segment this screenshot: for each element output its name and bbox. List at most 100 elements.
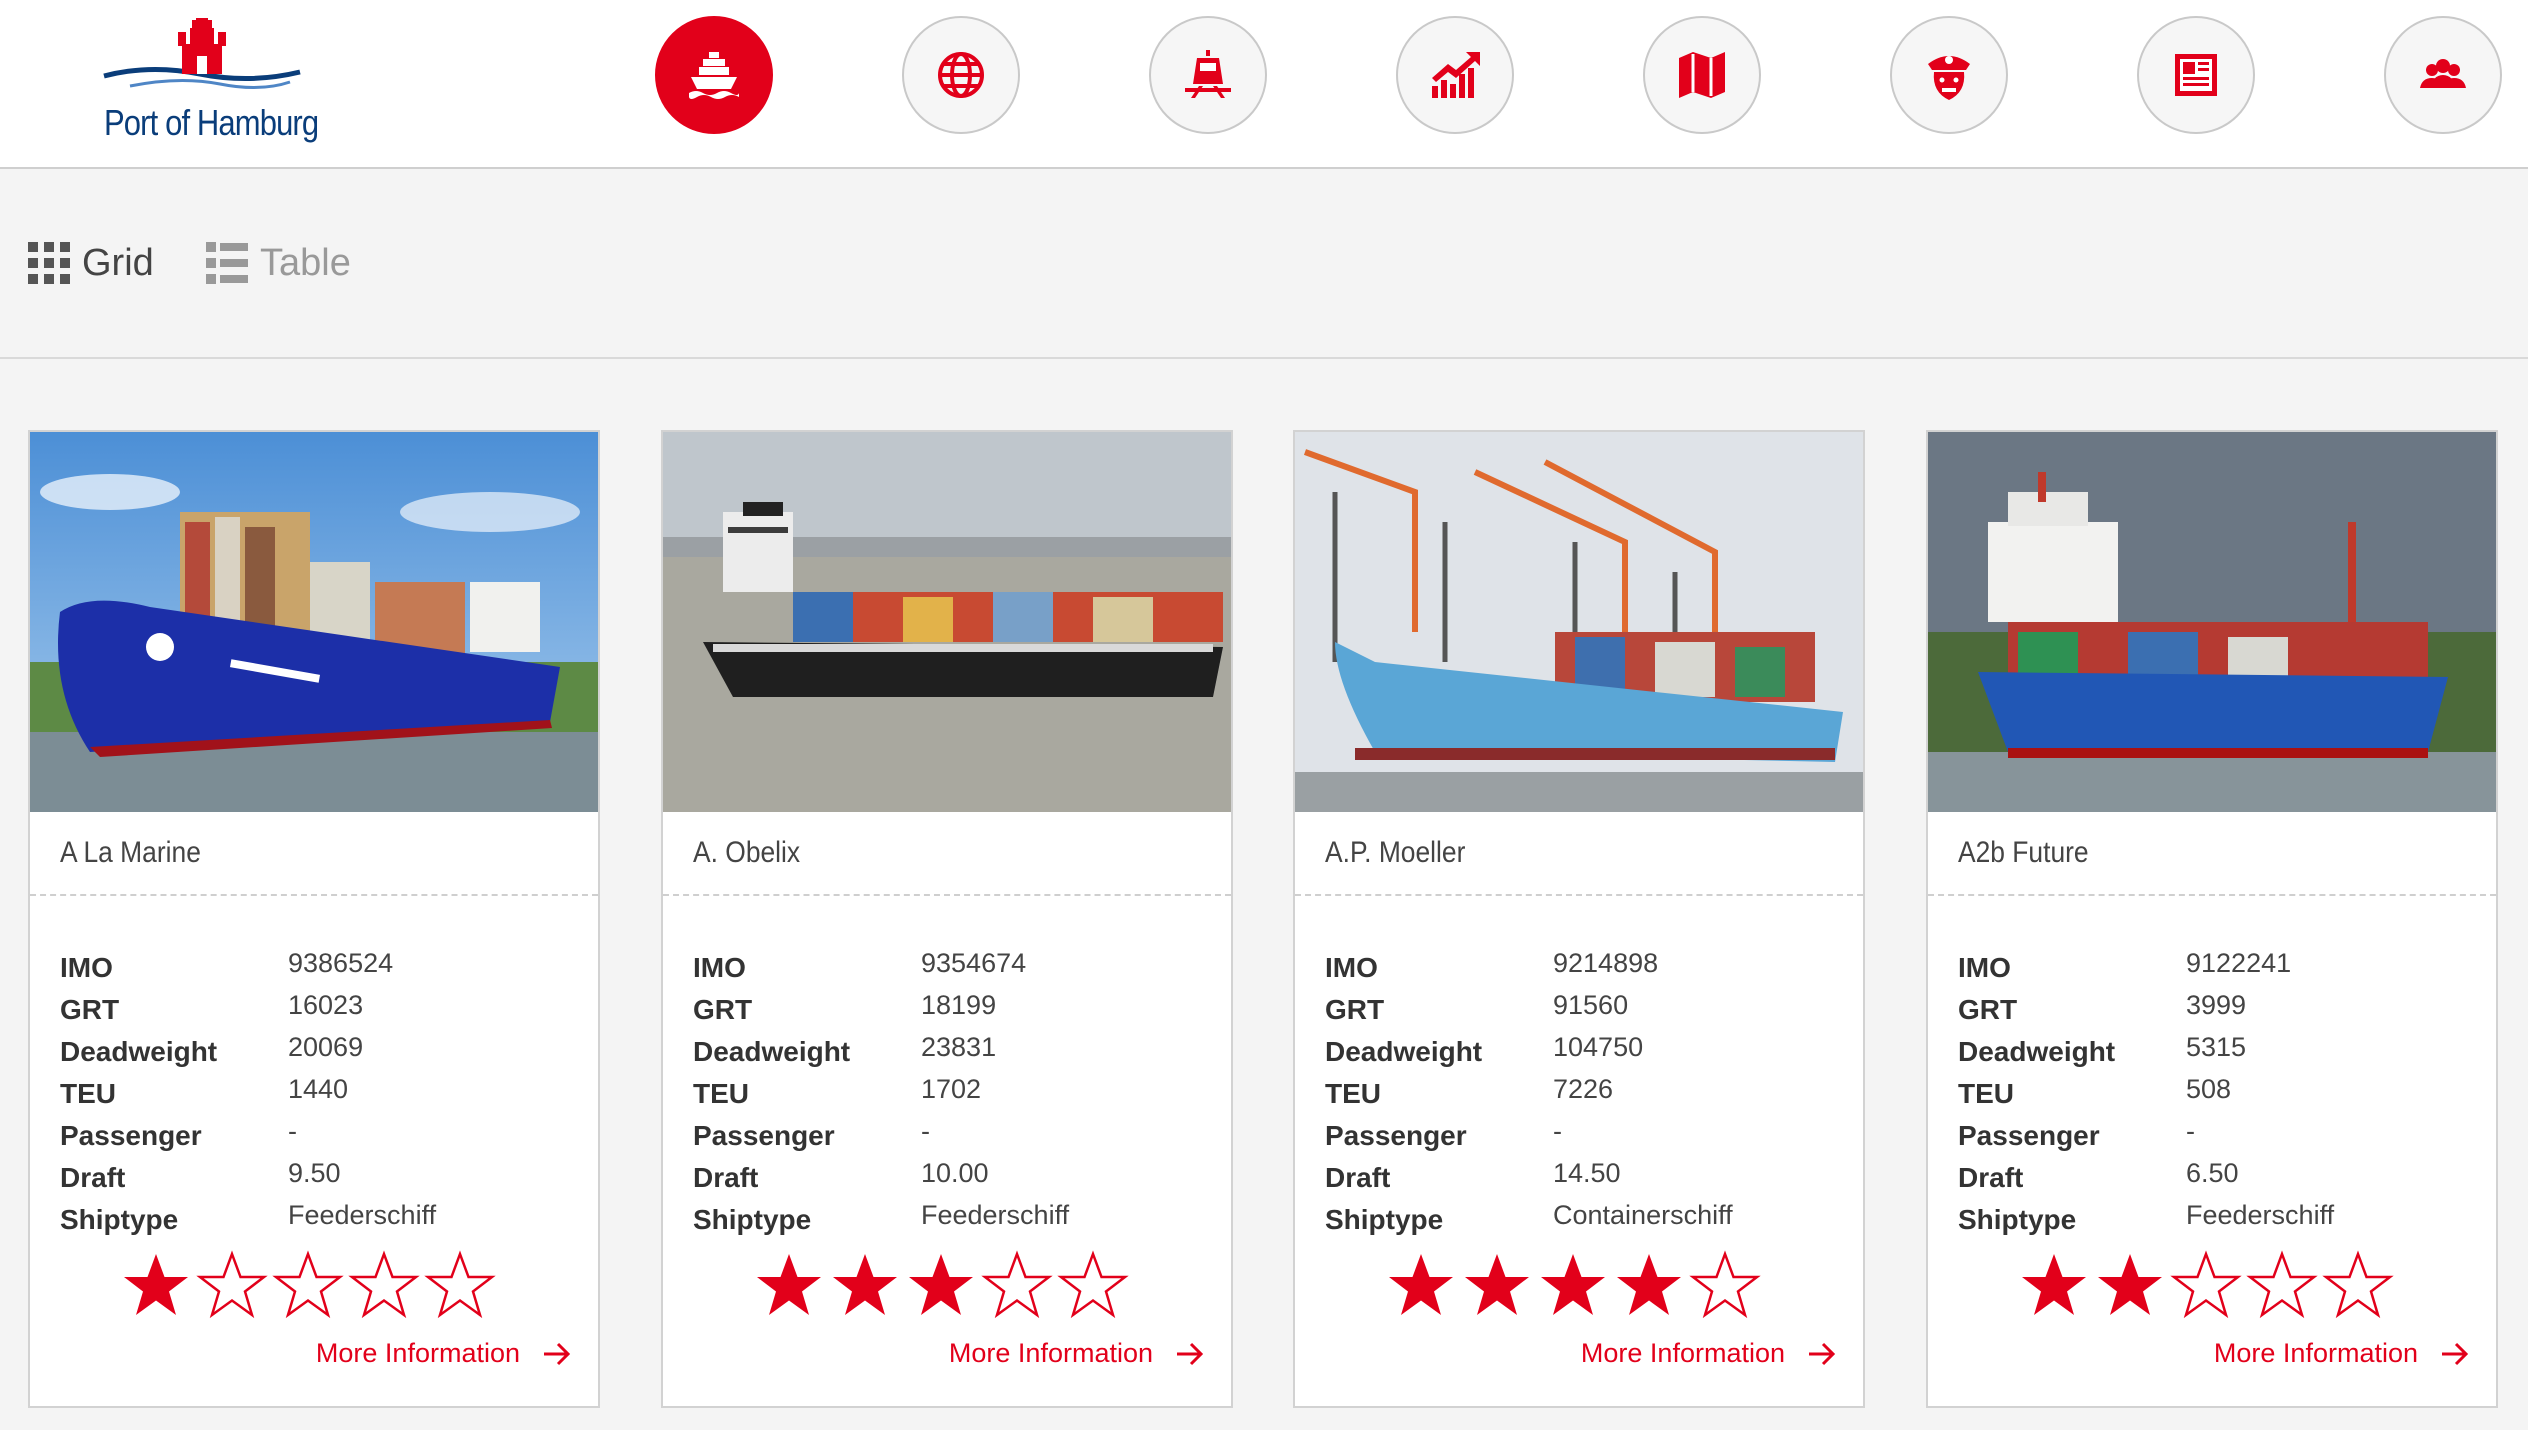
port-of-hamburg-logo[interactable]: Port of Hamburg — [100, 14, 319, 144]
star-filled-icon[interactable] — [1611, 1250, 1687, 1320]
container-ship-photo — [1295, 432, 1863, 812]
spec-shiptype: Shiptype Feederschiff — [1958, 1200, 2478, 1246]
spec-value: 9386524 — [288, 948, 394, 978]
spec-value: 104750 — [1553, 1032, 1644, 1062]
star-filled-icon[interactable] — [2092, 1250, 2168, 1320]
star-empty-icon[interactable] — [979, 1250, 1055, 1320]
spec-label: Passenger — [60, 1120, 202, 1151]
spec-value: 9214898 — [1553, 948, 1659, 978]
star-filled-icon[interactable] — [1535, 1250, 1611, 1320]
spec-imo: IMO 9386524 — [60, 948, 580, 994]
spec-label: TEU — [1325, 1078, 1381, 1109]
star-filled-icon[interactable] — [903, 1250, 979, 1320]
spec-deadweight: Deadweight 104750 — [1325, 1032, 1845, 1078]
nav-news-button[interactable] — [2137, 16, 2255, 134]
spec-grt: GRT 16023 — [60, 990, 580, 1036]
spec-grt: GRT 18199 — [693, 990, 1213, 1036]
spec-value: Feederschiff — [921, 1200, 1070, 1230]
spec-deadweight: Deadweight 20069 — [60, 1032, 580, 1078]
star-empty-icon[interactable] — [2244, 1250, 2320, 1320]
more-information-link[interactable]: More Information — [316, 1338, 572, 1369]
spec-value: Feederschiff — [2186, 1200, 2335, 1230]
spec-label: Deadweight — [1325, 1036, 1483, 1067]
star-empty-icon[interactable] — [2168, 1250, 2244, 1320]
spec-label: GRT — [1958, 994, 2018, 1025]
spec-value: 10.00 — [921, 1158, 989, 1188]
spec-value: - — [288, 1116, 297, 1146]
spec-passenger: Passenger - — [60, 1116, 580, 1162]
star-empty-icon[interactable] — [1687, 1250, 1763, 1320]
spec-imo: IMO 9214898 — [1325, 948, 1845, 994]
star-filled-icon[interactable] — [827, 1250, 903, 1320]
spec-value: 508 — [2186, 1074, 2232, 1104]
growth-chart-icon — [1432, 52, 1480, 98]
star-filled-icon[interactable] — [2016, 1250, 2092, 1320]
train-icon — [1185, 50, 1231, 98]
ship-card: A. Obelix IMO 9354674 GRT 18199 Deadweight… — [661, 430, 1233, 1408]
ship-name: A2b Future — [1958, 836, 2089, 869]
spec-value: 9354674 — [921, 948, 1027, 978]
spec-deadweight: Deadweight 23831 — [693, 1032, 1213, 1078]
star-rating[interactable] — [2016, 1250, 2396, 1320]
star-filled-icon[interactable] — [118, 1250, 194, 1320]
spec-value: 1440 — [288, 1074, 349, 1104]
spec-value: - — [2186, 1116, 2195, 1146]
spec-value: 1702 — [921, 1074, 982, 1104]
table-view-label: Table — [260, 241, 351, 284]
arrow-right-icon — [1177, 1342, 1204, 1365]
star-empty-icon[interactable] — [422, 1250, 498, 1320]
star-filled-icon[interactable] — [1383, 1250, 1459, 1320]
spec-teu: TEU 7226 — [1325, 1074, 1845, 1120]
spec-shiptype: Shiptype Containerschiff — [1325, 1200, 1845, 1246]
spec-value: Containerschiff — [1553, 1200, 1733, 1230]
ship-photo[interactable] — [1295, 432, 1863, 812]
spec-shiptype: Shiptype Feederschiff — [693, 1200, 1213, 1246]
ship-card: A.P. Moeller IMO 9214898 GRT 91560 Deadwei… — [1293, 430, 1865, 1408]
spec-label: IMO — [1958, 952, 2011, 983]
arrow-right-icon — [1809, 1342, 1836, 1365]
more-information-link[interactable]: More Information — [949, 1338, 1205, 1369]
more-information-link[interactable]: More Information — [2214, 1338, 2470, 1369]
grid-view-toggle[interactable]: Grid — [26, 233, 154, 293]
star-rating[interactable] — [1383, 1250, 1763, 1320]
more-information-link[interactable]: More Information — [1581, 1338, 1837, 1369]
spec-value: - — [1553, 1116, 1562, 1146]
nav-globe-button[interactable] — [902, 16, 1020, 134]
nav-map-button[interactable] — [1643, 16, 1761, 134]
star-empty-icon[interactable] — [2320, 1250, 2396, 1320]
nav-people-button[interactable] — [2384, 16, 2502, 134]
table-view-toggle[interactable]: Table — [204, 233, 351, 293]
ship-photo[interactable] — [1928, 432, 2496, 812]
nav-statistics-button[interactable] — [1396, 16, 1514, 134]
nav-rail-button[interactable] — [1149, 16, 1267, 134]
ship-name: A. Obelix — [693, 836, 801, 869]
spec-draft: Draft 6.50 — [1958, 1158, 2478, 1204]
divider — [1295, 894, 1863, 896]
spec-label: Deadweight — [693, 1036, 851, 1067]
star-rating[interactable] — [751, 1250, 1131, 1320]
ship-name: A La Marine — [60, 836, 201, 869]
spec-label: Shiptype — [1325, 1204, 1444, 1235]
star-rating[interactable] — [118, 1250, 498, 1320]
star-filled-icon[interactable] — [1459, 1250, 1535, 1320]
ship-specs: IMO 9386524 GRT 16023 Deadweight 20069 TEU 1… — [60, 948, 580, 1246]
spec-value: 7226 — [1553, 1074, 1614, 1104]
star-empty-icon[interactable] — [346, 1250, 422, 1320]
ship-name: A.P. Moeller — [1325, 836, 1466, 869]
star-empty-icon[interactable] — [270, 1250, 346, 1320]
ship-photo[interactable] — [30, 432, 598, 812]
ship-specs: IMO 9214898 GRT 91560 Deadweight 104750 TEU… — [1325, 948, 1845, 1246]
spec-value: 9122241 — [2186, 948, 2292, 978]
spec-label: Draft — [60, 1162, 126, 1193]
star-empty-icon[interactable] — [1055, 1250, 1131, 1320]
list-icon — [206, 242, 248, 284]
spec-imo: IMO 9354674 — [693, 948, 1213, 994]
spec-value: 18199 — [921, 990, 997, 1020]
star-filled-icon[interactable] — [751, 1250, 827, 1320]
ship-card: A2b Future IMO 9122241 GRT 3999 Deadweight… — [1926, 430, 2498, 1408]
star-empty-icon[interactable] — [194, 1250, 270, 1320]
spec-label: Draft — [693, 1162, 759, 1193]
ship-photo[interactable] — [663, 432, 1231, 812]
nav-captain-button[interactable] — [1890, 16, 2008, 134]
nav-ships-button[interactable] — [655, 16, 773, 134]
